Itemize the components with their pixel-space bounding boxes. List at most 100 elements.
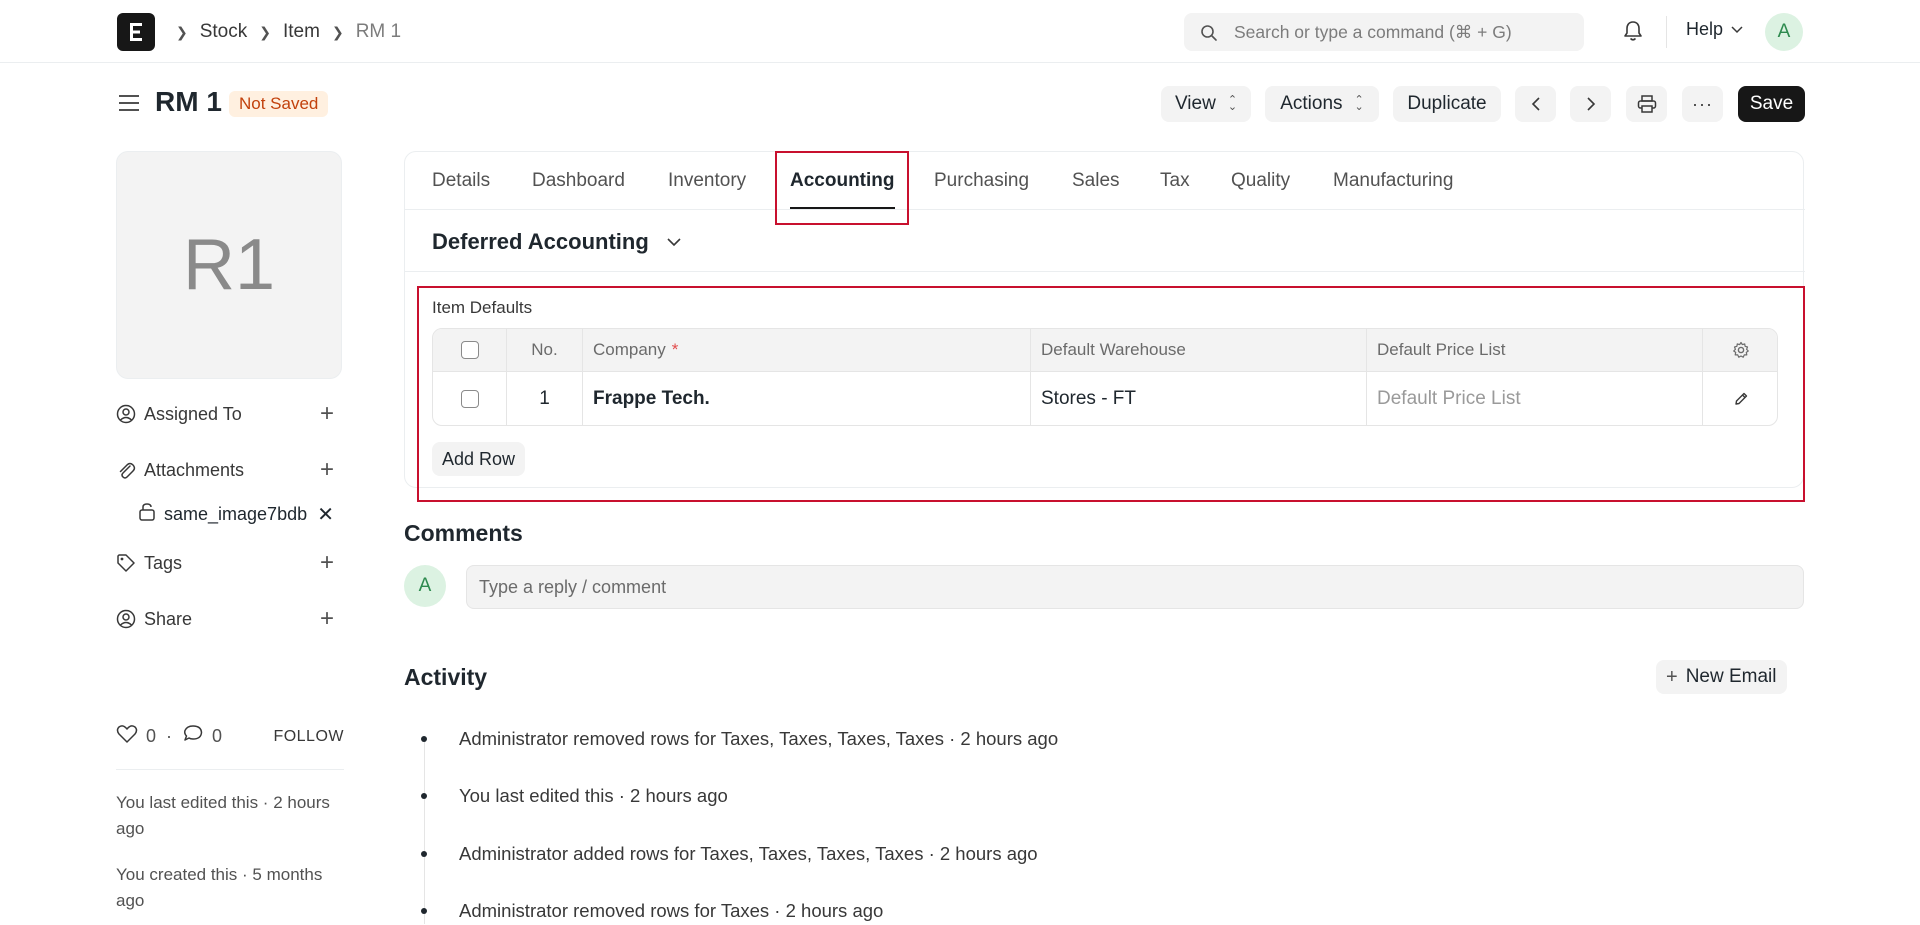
comments-title: Comments <box>404 520 523 546</box>
activity-text: Administrator added rows for Taxes, Taxe… <box>459 843 1038 864</box>
section-divider <box>405 271 1805 272</box>
add-assignee-plus-icon[interactable]: + <box>320 402 334 426</box>
printer-icon <box>1637 95 1656 113</box>
social-stats: 0 · 0 FOLLOW <box>116 724 344 749</box>
user-avatar[interactable]: A <box>1765 13 1803 51</box>
duplicate-button[interactable]: Duplicate <box>1393 86 1501 122</box>
navbar-divider <box>1666 16 1667 48</box>
top-navbar: ❯ Stock ❯ Item ❯ RM 1 Search or type a c… <box>0 0 1920 63</box>
more-icon: ··· <box>1692 93 1713 114</box>
search-input[interactable]: Search or type a command (⌘ + G) <box>1184 13 1584 51</box>
tab-quality[interactable]: Quality <box>1231 170 1290 192</box>
activity-item: Administrator removed rows for Taxes · 2… <box>404 897 1804 925</box>
assign-icon <box>116 404 138 424</box>
tab-details[interactable]: Details <box>432 170 490 192</box>
tab-sales[interactable]: Sales <box>1072 170 1120 192</box>
breadcrumb-current[interactable]: RM 1 <box>356 21 401 43</box>
avatar: A <box>404 565 446 607</box>
timeline-dot <box>421 851 427 857</box>
more-button[interactable]: ··· <box>1682 86 1723 122</box>
heart-icon[interactable] <box>116 724 138 749</box>
search-icon <box>1201 25 1217 41</box>
view-button[interactable]: View ⌃ ⌄ <box>1161 86 1251 122</box>
assigned-to-label: Assigned To <box>144 403 242 424</box>
highlight-item-defaults <box>417 286 1805 502</box>
lock-icon <box>138 502 156 527</box>
share-icon <box>116 609 138 629</box>
app-logo-icon[interactable] <box>117 13 155 51</box>
tab-tax[interactable]: Tax <box>1160 170 1190 192</box>
section-deferred-accounting[interactable]: Deferred Accounting <box>432 229 681 255</box>
chevron-right-icon: ❯ <box>331 23 344 40</box>
chevron-down-icon <box>667 237 681 246</box>
sidebar-share[interactable]: Share + <box>116 605 342 633</box>
separator-dot: · <box>166 726 173 746</box>
likes-count: 0 <box>146 726 157 746</box>
print-button[interactable] <box>1626 86 1667 122</box>
chevron-down-icon <box>1731 25 1743 33</box>
tags-label: Tags <box>144 552 183 573</box>
previous-button[interactable] <box>1515 86 1556 122</box>
sidebar-assigned-to[interactable]: Assigned To + <box>116 400 342 428</box>
highlight-accounting-tab <box>775 151 909 225</box>
timeline-dot <box>421 908 427 914</box>
comment-icon[interactable] <box>182 724 204 749</box>
page-title: RM 1 <box>155 86 222 117</box>
select-arrows-icon: ⌃ ⌄ <box>1354 94 1364 113</box>
activity-title: Activity <box>404 664 488 690</box>
add-share-plus-icon[interactable]: + <box>320 607 334 631</box>
attachments-label: Attachments <box>144 459 245 480</box>
hamburger-icon[interactable] <box>118 94 140 117</box>
activity-item: Administrator removed rows for Taxes, Ta… <box>404 725 1804 753</box>
add-tag-plus-icon[interactable]: + <box>320 551 334 575</box>
sidebar-attachments[interactable]: Attachments + <box>116 456 342 484</box>
breadcrumb-stock[interactable]: Stock <box>200 21 248 43</box>
tag-icon <box>116 553 138 573</box>
paperclip-icon <box>116 460 138 480</box>
breadcrumb: ❯ Stock ❯ Item ❯ RM 1 <box>172 19 401 45</box>
chevron-right-icon: ❯ <box>176 23 188 40</box>
tab-manufacturing[interactable]: Manufacturing <box>1333 170 1453 192</box>
new-email-label: New Email <box>1685 666 1777 687</box>
item-image-placeholder[interactable]: R1 <box>116 151 342 379</box>
tab-dashboard[interactable]: Dashboard <box>532 170 625 192</box>
close-icon[interactable]: ✕ <box>317 502 334 527</box>
attachment-filename[interactable]: same_image7bdb <box>164 504 312 525</box>
comments-count: 0 <box>212 726 223 746</box>
sidebar-divider <box>116 769 344 770</box>
timeline-dot <box>421 793 427 799</box>
help-dropdown[interactable]: Help <box>1686 19 1743 40</box>
tab-inventory[interactable]: Inventory <box>668 170 746 192</box>
search-placeholder: Search or type a command (⌘ + G) <box>1234 21 1512 42</box>
activity-text: Administrator removed rows for Taxes, Ta… <box>459 728 1059 749</box>
activity-text: Administrator removed rows for Taxes · 2… <box>459 900 884 921</box>
actions-button[interactable]: Actions ⌃ ⌄ <box>1265 86 1379 122</box>
new-email-button[interactable]: + New Email <box>1656 660 1787 694</box>
chevron-right-icon <box>1586 97 1595 111</box>
attachment-item[interactable]: same_image7bdb ✕ <box>138 500 342 528</box>
breadcrumb-item[interactable]: Item <box>283 21 320 43</box>
chevron-right-icon: ❯ <box>259 23 271 40</box>
share-label: Share <box>144 608 193 629</box>
help-label: Help <box>1686 19 1724 39</box>
add-attachment-plus-icon[interactable]: + <box>320 458 334 482</box>
save-button[interactable]: Save <box>1738 86 1805 122</box>
section-title: Deferred Accounting <box>432 229 649 254</box>
chevron-left-icon <box>1531 97 1540 111</box>
plus-icon: + <box>1666 665 1678 688</box>
tab-purchasing[interactable]: Purchasing <box>934 170 1029 192</box>
form-tabs: Details Dashboard Inventory Accounting P… <box>405 152 1805 210</box>
activity-text: You last edited this · 2 hours ago <box>459 785 728 806</box>
activity-item: You last edited this · 2 hours ago <box>404 782 1804 810</box>
follow-button[interactable]: FOLLOW <box>273 728 344 746</box>
comment-input[interactable]: Type a reply / comment <box>466 565 1804 609</box>
view-label: View <box>1174 93 1216 114</box>
actions-label: Actions <box>1280 93 1343 114</box>
created-note: You created this · 5 months ago <box>116 865 323 910</box>
sidebar-tags[interactable]: Tags + <box>116 549 342 577</box>
status-badge: Not Saved <box>229 91 329 117</box>
next-button[interactable] <box>1570 86 1611 122</box>
select-arrows-icon: ⌃ ⌄ <box>1227 94 1238 113</box>
bell-icon[interactable] <box>1622 19 1644 48</box>
activity-item: Administrator added rows for Taxes, Taxe… <box>404 840 1804 868</box>
